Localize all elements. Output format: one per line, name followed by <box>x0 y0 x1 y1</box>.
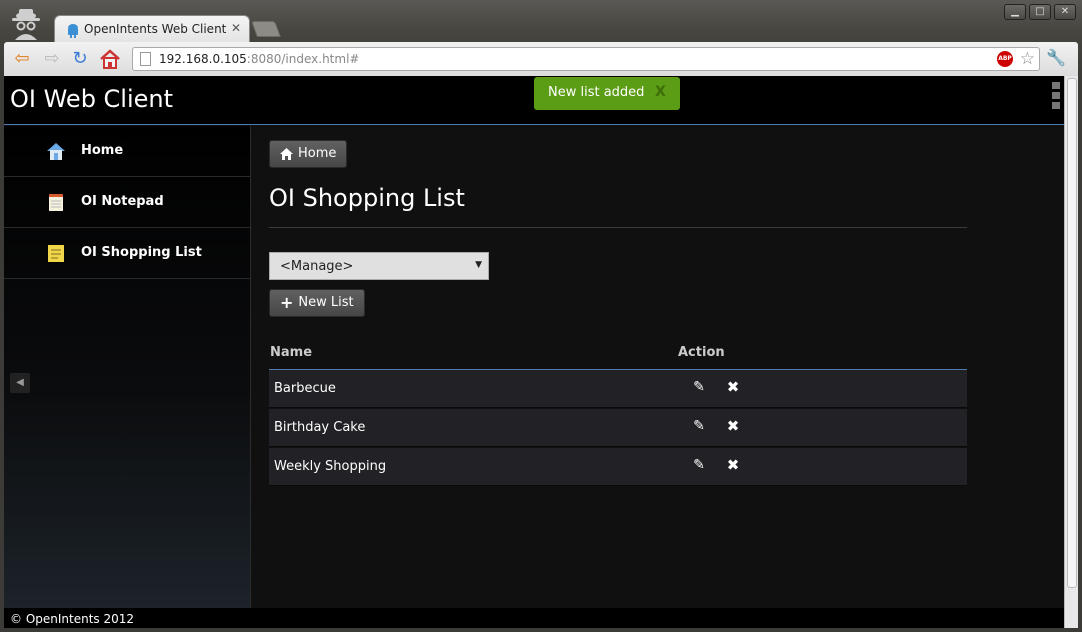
list-name[interactable]: Weekly Shopping <box>274 459 386 474</box>
edit-pencil-icon[interactable]: ✎ <box>691 418 707 434</box>
breadcrumb-home-button[interactable]: Home <box>269 140 348 168</box>
incognito-icon <box>12 9 40 40</box>
menu-handle-icon[interactable] <box>1052 82 1060 112</box>
sidebar-item-label: Home <box>81 143 124 158</box>
forward-arrow-icon[interactable]: ⇨ <box>40 48 64 70</box>
address-bar[interactable]: 192.168.0.105:8080/index.html# ABP ☆ <box>132 47 1040 71</box>
toast-message: New list added <box>548 85 645 100</box>
table-header: Name Action <box>269 336 967 370</box>
page-icon <box>140 52 151 66</box>
android-favicon-icon <box>68 24 78 38</box>
sidebar-item-label: OI Notepad <box>81 194 164 209</box>
title-divider <box>269 227 967 228</box>
lists-table: Name Action Barbecue ✎ ✖ Birthday Cake ✎… <box>269 336 967 487</box>
home-icon <box>47 143 65 160</box>
column-header-name: Name <box>270 345 313 360</box>
footer: © OpenIntents 2012 <box>4 608 1064 628</box>
notification-toast: New list added X <box>534 77 680 110</box>
edit-pencil-icon[interactable]: ✎ <box>691 379 707 395</box>
maximize-icon[interactable]: □ <box>1029 4 1051 20</box>
collapse-sidebar-icon[interactable]: ◀ <box>10 373 30 393</box>
delete-x-icon[interactable]: ✖ <box>725 378 741 396</box>
select-value: <Manage> <box>280 259 354 274</box>
browser-tab[interactable]: OpenIntents Web Client ✕ <box>54 15 250 43</box>
minimize-icon[interactable]: ▁ <box>1004 4 1026 20</box>
table-row[interactable]: Weekly Shopping ✎ ✖ <box>269 448 967 486</box>
sidebar-item-home[interactable]: Home <box>4 126 250 177</box>
bookmark-star-icon[interactable]: ☆ <box>1020 49 1035 69</box>
notepad-icon <box>49 194 63 211</box>
toast-close-button[interactable]: X <box>655 84 666 100</box>
chevron-down-icon: ▼ <box>475 260 482 270</box>
sidebar: Home OI Notepad OI Shopping List ◀ <box>4 126 251 608</box>
web-page: OI Web Client New list added X Home OI N… <box>4 76 1064 628</box>
shopping-list-icon <box>48 245 64 262</box>
url-text: 192.168.0.105:8080/index.html# <box>159 52 360 66</box>
home-small-icon <box>280 148 293 160</box>
browser-chrome: OpenIntents Web Client ✕ ▁ □ ✕ ⇦ ⇨ ↻ 192… <box>0 0 1082 78</box>
main-content: Home OI Shopping List <Manage> ▼ + New L… <box>252 126 1064 608</box>
table-row[interactable]: Barbecue ✎ ✖ <box>269 370 967 408</box>
vertical-scrollbar[interactable] <box>1064 76 1078 628</box>
copyright-text: © OpenIntents 2012 <box>10 612 135 626</box>
app-brand[interactable]: OI Web Client <box>10 85 173 113</box>
new-tab-button[interactable] <box>251 21 281 37</box>
edit-pencil-icon[interactable]: ✎ <box>691 457 707 473</box>
plus-icon: + <box>280 293 294 312</box>
adblock-icon[interactable]: ABP <box>997 51 1013 67</box>
wrench-menu-icon[interactable]: 🔧 <box>1046 48 1066 67</box>
tab-title: OpenIntents Web Client <box>84 22 227 36</box>
delete-x-icon[interactable]: ✖ <box>725 417 741 435</box>
list-name[interactable]: Birthday Cake <box>274 420 365 435</box>
page-title: OI Shopping List <box>269 184 465 212</box>
scrollbar-thumb[interactable] <box>1067 78 1077 588</box>
tab-close-icon[interactable]: ✕ <box>231 21 241 35</box>
manage-select[interactable]: <Manage> ▼ <box>269 252 489 280</box>
sidebar-item-shopping-list[interactable]: OI Shopping List <box>4 228 250 279</box>
app-header: OI Web Client New list added X <box>4 76 1064 125</box>
browser-toolbar: ⇦ ⇨ ↻ 192.168.0.105:8080/index.html# ABP… <box>4 42 1078 76</box>
sidebar-item-label: OI Shopping List <box>81 245 202 260</box>
breadcrumb-label: Home <box>298 146 337 161</box>
close-window-icon[interactable]: ✕ <box>1054 4 1076 20</box>
sidebar-item-notepad[interactable]: OI Notepad <box>4 177 250 228</box>
home-button-icon[interactable] <box>98 48 122 70</box>
new-list-button[interactable]: + New List <box>269 289 365 317</box>
list-name[interactable]: Barbecue <box>274 381 336 396</box>
reload-icon[interactable]: ↻ <box>68 48 92 70</box>
table-row[interactable]: Birthday Cake ✎ ✖ <box>269 409 967 447</box>
delete-x-icon[interactable]: ✖ <box>725 456 741 474</box>
window-controls: ▁ □ ✕ <box>1004 4 1076 20</box>
column-header-action: Action <box>678 345 725 360</box>
back-arrow-icon[interactable]: ⇦ <box>10 48 34 70</box>
new-list-label: New List <box>298 295 354 310</box>
